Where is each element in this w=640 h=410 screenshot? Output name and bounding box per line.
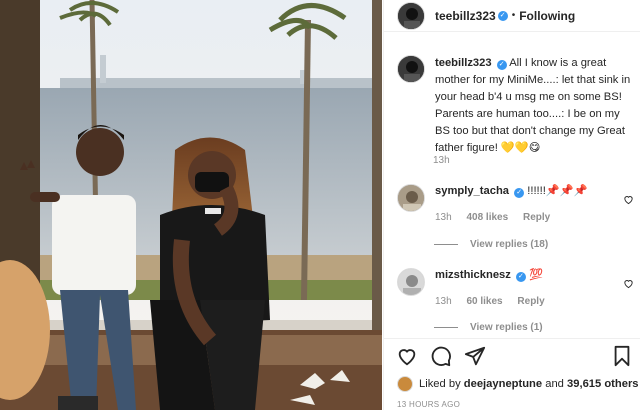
comment-item: symply_tacha ✓ !!!!!!📌📌📌 13h 408 likes R… <box>397 184 632 225</box>
post-caption: teebillz323 ✓ All I know is a great moth… <box>397 55 632 157</box>
share-icon[interactable] <box>464 345 486 367</box>
comment-item: mizsthicknesz ✓ 💯 13h 60 likes Reply <box>397 268 632 309</box>
post-actions-section: Liked by deejayneptune and 39,615 others… <box>384 338 640 410</box>
comment-likes[interactable]: 408 likes <box>466 212 508 223</box>
comment-like-heart-icon[interactable] <box>623 278 634 289</box>
comment-text: 💯 <box>529 269 544 281</box>
view-replies-button[interactable]: View replies (1) <box>434 322 543 333</box>
post-header: teebillz323 ✓ • Following <box>384 0 640 32</box>
author-avatar[interactable] <box>397 1 425 30</box>
liked-by-prefix: Liked by <box>419 378 461 390</box>
bookmark-icon[interactable] <box>611 345 633 367</box>
comment-username[interactable]: mizsthicknesz <box>435 269 511 281</box>
comment-time[interactable]: 13h <box>435 212 452 223</box>
heart-icon[interactable] <box>396 345 418 367</box>
commenter-avatar[interactable] <box>397 268 425 296</box>
comment-reply-button[interactable]: Reply <box>523 212 550 223</box>
comment-body: mizsthicknesz ✓ 💯 13h 60 likes Reply <box>435 268 557 309</box>
comment-text: !!!!!!📌📌📌 <box>527 185 588 197</box>
comment-meta: 13h 408 likes Reply <box>435 210 588 225</box>
liked-by-and: and <box>545 378 564 390</box>
liked-by-count[interactable]: 39,615 others <box>567 378 639 390</box>
verified-badge-icon: ✓ <box>496 60 507 70</box>
post-timestamp[interactable]: 13 HOURS AGO <box>397 400 460 409</box>
liker-avatar[interactable] <box>397 376 413 392</box>
comment-body: symply_tacha ✓ !!!!!!📌📌📌 13h 408 likes R… <box>435 184 588 225</box>
following-button[interactable]: Following <box>519 9 575 23</box>
verified-badge-icon: ✓ <box>497 10 508 21</box>
comment-time[interactable]: 13h <box>435 296 452 307</box>
view-replies-label[interactable]: View replies (1) <box>470 322 543 333</box>
action-buttons <box>396 345 486 367</box>
post-panel: teebillz323 ✓ • Following teebillz323 ✓ … <box>383 0 640 410</box>
post-image <box>0 0 382 410</box>
author-username[interactable]: teebillz323 <box>435 9 496 23</box>
verified-badge-icon: ✓ <box>514 188 525 198</box>
separator-dot: • <box>511 10 516 21</box>
comment-meta: 13h 60 likes Reply <box>435 294 557 309</box>
view-replies-button[interactable]: View replies (18) <box>434 239 548 250</box>
view-replies-label[interactable]: View replies (18) <box>470 239 548 250</box>
liked-by-row: Liked by deejayneptune and 39,615 others <box>397 376 639 392</box>
caption-time[interactable]: 13h <box>433 155 450 166</box>
verified-badge-icon: ✓ <box>515 272 526 282</box>
caption-username[interactable]: teebillz323 <box>435 57 492 69</box>
liked-by-user[interactable]: deejayneptune <box>464 378 542 390</box>
caption-text-block: teebillz323 ✓ All I know is a great moth… <box>435 55 632 157</box>
caption-avatar[interactable] <box>397 55 425 83</box>
comment-like-heart-icon[interactable] <box>623 194 634 205</box>
comment-likes[interactable]: 60 likes <box>466 296 502 307</box>
view-replies-line <box>434 244 458 245</box>
caption-body: All I know is a great mother for my Mini… <box>435 57 631 154</box>
view-replies-line <box>434 327 458 328</box>
commenter-avatar[interactable] <box>397 184 425 212</box>
comment-username[interactable]: symply_tacha <box>435 185 509 197</box>
post-photo[interactable] <box>0 0 382 410</box>
comment-icon[interactable] <box>430 345 452 367</box>
comment-reply-button[interactable]: Reply <box>517 296 544 307</box>
